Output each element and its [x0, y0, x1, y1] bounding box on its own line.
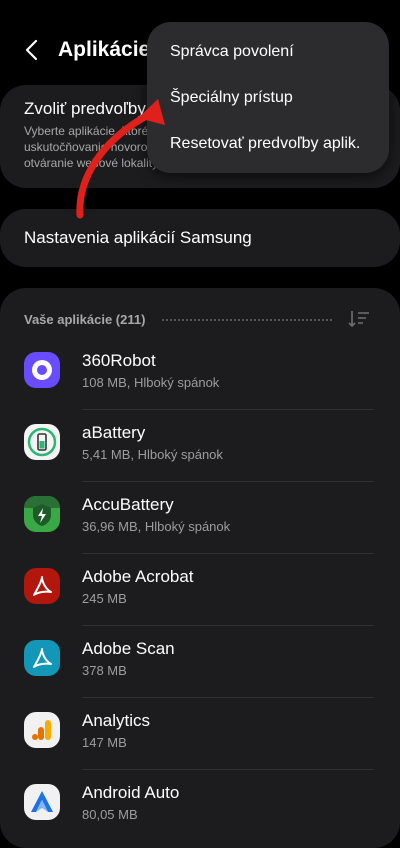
- app-details: 36,96 MB, Hlboký spánok: [82, 519, 231, 534]
- apps-list-card: Vaše aplikácie (211) 360Robot 108 MB, Hl…: [0, 288, 400, 848]
- section-divider: [162, 319, 332, 321]
- sort-button[interactable]: [347, 307, 371, 331]
- app-details: 80,05 MB: [82, 807, 138, 822]
- app-details: 147 MB: [82, 735, 127, 750]
- analytics-icon: [24, 712, 60, 748]
- 360robot-icon: [24, 352, 60, 388]
- back-button[interactable]: [22, 38, 42, 62]
- overflow-menu: Správca povolení Špeciálny prístup Reset…: [147, 22, 389, 173]
- app-row-360robot[interactable]: 360Robot 108 MB, Hlboký spánok: [0, 338, 400, 410]
- app-name: AccuBattery: [82, 495, 174, 514]
- app-details: 5,41 MB, Hlboký spánok: [82, 447, 223, 462]
- menu-item-special-access[interactable]: Špeciálny prístup: [170, 89, 293, 107]
- app-name: 360Robot: [82, 351, 156, 370]
- sort-icon: [348, 311, 369, 328]
- app-details: 245 MB: [82, 591, 127, 606]
- apps-section-label: Vaše aplikácie (211): [24, 312, 146, 327]
- app-row-abattery[interactable]: aBattery 5,41 MB, Hlboký spánok: [0, 410, 400, 482]
- abattery-icon: [24, 424, 60, 460]
- app-name: Analytics: [82, 711, 151, 730]
- app-row-android-auto[interactable]: Android Auto 80,05 MB: [0, 770, 400, 842]
- app-name: Android Auto: [82, 783, 180, 802]
- android-auto-icon: [24, 784, 60, 820]
- app-name: Adobe Acrobat: [82, 567, 194, 586]
- app-details: 108 MB, Hlboký spánok: [82, 375, 220, 390]
- app-name: aBattery: [82, 423, 146, 442]
- app-row-accubattery[interactable]: AccuBattery 36,96 MB, Hlboký spánok: [0, 482, 400, 554]
- accubattery-icon: [24, 496, 60, 532]
- menu-item-reset-app-preferences[interactable]: Resetovať predvoľby aplik.: [170, 135, 360, 153]
- samsung-app-settings-card[interactable]: Nastavenia aplikácií Samsung: [0, 209, 400, 267]
- app-row-adobe-scan[interactable]: Adobe Scan 378 MB: [0, 626, 400, 698]
- samsung-app-settings-label: Nastavenia aplikácií Samsung: [24, 228, 252, 247]
- adobe-scan-icon: [24, 640, 60, 676]
- default-apps-title: Zvoliť predvoľby: [24, 99, 146, 118]
- app-details: 378 MB: [82, 663, 127, 678]
- menu-item-permission-manager[interactable]: Správca povolení: [170, 43, 294, 61]
- app-row-adobe-acrobat[interactable]: Adobe Acrobat 245 MB: [0, 554, 400, 626]
- app-row-analytics[interactable]: Analytics 147 MB: [0, 698, 400, 770]
- app-name: Adobe Scan: [82, 639, 175, 658]
- adobe-acrobat-icon: [24, 568, 60, 604]
- back-arrow-icon: [25, 39, 38, 61]
- page-title: Aplikácie: [58, 38, 151, 61]
